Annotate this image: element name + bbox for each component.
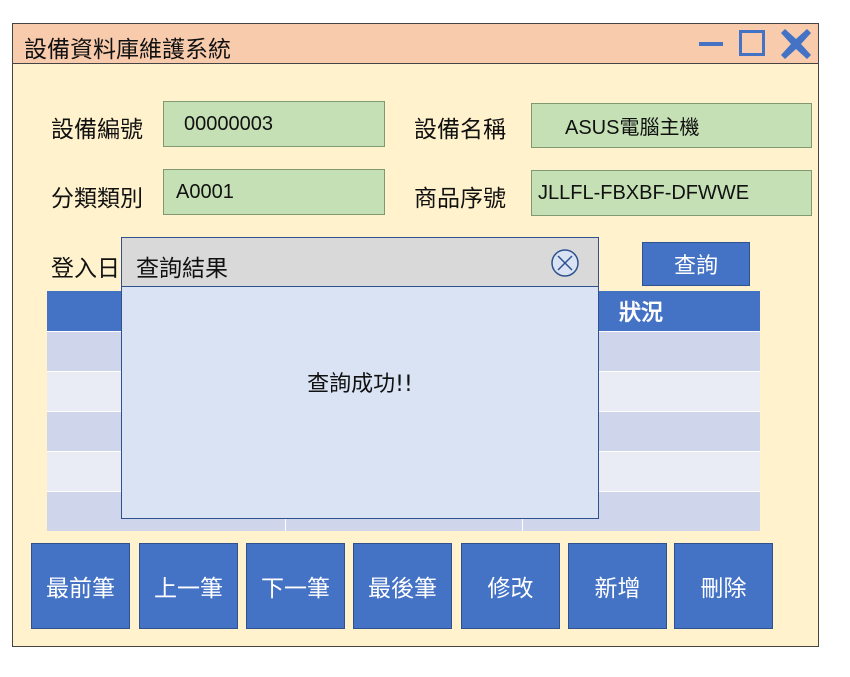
title-bar: 設備資料庫維護系統 [13, 24, 818, 64]
first-record-button[interactable]: 最前筆 [31, 543, 130, 629]
edit-button[interactable]: 修改 [461, 543, 560, 629]
equipment-id-field[interactable]: 00000003 [163, 101, 385, 147]
serial-value: JLLFL-FBXBF-DFWWE [538, 181, 750, 204]
close-icon[interactable] [779, 27, 813, 61]
equipment-name-field[interactable]: ASUS電腦主機 [531, 103, 812, 148]
search-button[interactable]: 查詢 [642, 242, 750, 286]
dialog-title-bar: 查詢結果 [122, 238, 598, 287]
equipment-name-value: ASUS電腦主機 [565, 117, 700, 139]
minimize-icon[interactable] [699, 42, 723, 46]
next-record-button[interactable]: 下一筆 [246, 543, 345, 629]
equipment-name-label: 設備名稱 [414, 117, 506, 143]
previous-record-button[interactable]: 上一筆 [139, 543, 238, 629]
serial-field[interactable]: JLLFL-FBXBF-DFWWE [531, 170, 812, 216]
add-button[interactable]: 新增 [568, 543, 667, 629]
equipment-id-label: 設備編號 [51, 117, 143, 143]
window-title: 設備資料庫維護系統 [24, 37, 231, 63]
dialog-message: 查詢成功!! [307, 372, 413, 397]
dialog-title: 查詢結果 [136, 256, 228, 282]
query-result-dialog: 查詢結果 查詢成功!! [121, 237, 599, 519]
last-record-button[interactable]: 最後筆 [353, 543, 452, 629]
category-field[interactable]: A0001 [163, 169, 385, 215]
equipment-id-value: 00000003 [184, 112, 273, 135]
category-label: 分類類別 [51, 186, 143, 212]
delete-button[interactable]: 刪除 [674, 543, 773, 629]
category-value: A0001 [176, 180, 234, 203]
circle-x-icon[interactable] [550, 248, 580, 278]
maximize-icon[interactable] [739, 30, 765, 56]
serial-label: 商品序號 [414, 186, 506, 212]
login-date-label: 登入日 [51, 256, 120, 282]
